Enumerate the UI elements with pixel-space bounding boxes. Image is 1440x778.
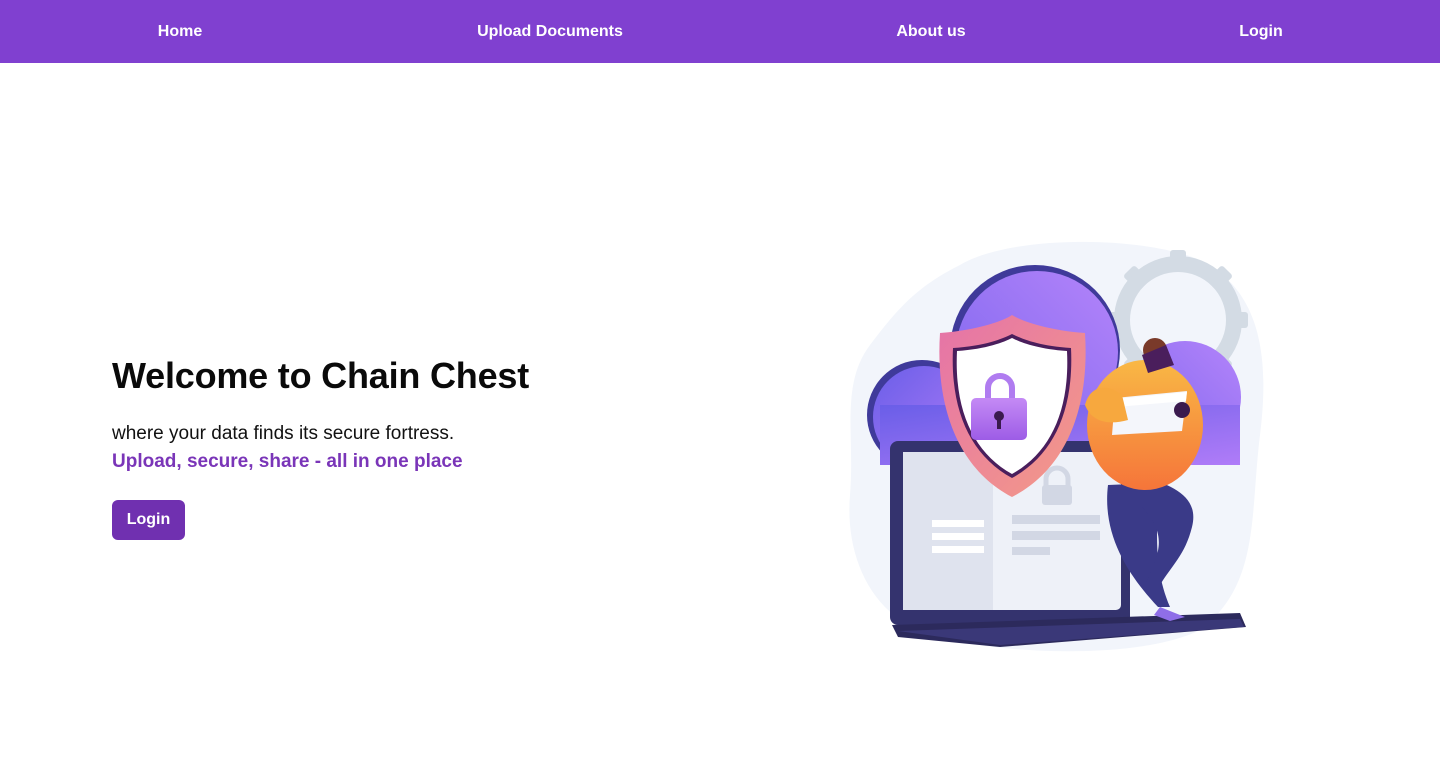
hero-login-button[interactable]: Login bbox=[112, 500, 185, 540]
nav-link-about-us[interactable]: About us bbox=[896, 0, 965, 63]
hero-title: Welcome to Chain Chest bbox=[112, 355, 530, 396]
security-illustration bbox=[849, 241, 1264, 652]
nav-link-upload-documents[interactable]: Upload Documents bbox=[477, 0, 623, 63]
nav-link-home[interactable]: Home bbox=[158, 0, 202, 63]
top-navbar: Home Upload Documents About us Login bbox=[0, 0, 1440, 63]
hero-tagline: Upload, secure, share - all in one place bbox=[112, 451, 463, 472]
nav-link-login[interactable]: Login bbox=[1239, 0, 1283, 63]
hero-subtitle: where your data finds its secure fortres… bbox=[112, 423, 455, 444]
